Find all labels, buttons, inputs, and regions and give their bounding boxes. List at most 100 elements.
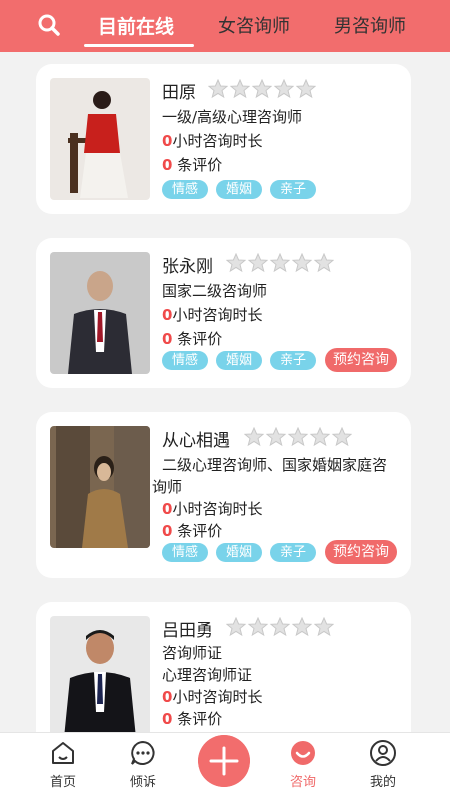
star-icon <box>270 617 290 637</box>
star-icon <box>208 79 228 99</box>
tab-home[interactable]: 首页 <box>33 739 93 790</box>
review-count: 0 条评价 <box>162 708 222 730</box>
star-icon <box>296 79 316 99</box>
tab-profile[interactable]: 我的 <box>353 739 413 790</box>
tab-profile-label: 我的 <box>369 775 396 790</box>
bottom-tab-bar: 首页 倾诉 咨询 我的 <box>0 732 450 800</box>
consult-hours: 0小时咨询时长 <box>162 686 262 708</box>
star-icon <box>248 617 268 637</box>
reviews-value: 0 <box>162 330 173 348</box>
star-icon <box>288 427 308 447</box>
counselor-name: 吕田勇 <box>162 621 213 641</box>
star-icon <box>292 253 312 273</box>
hours-label: 小时咨询时长 <box>172 306 263 324</box>
star-icon <box>244 427 264 447</box>
hours-label: 小时咨询时长 <box>172 688 263 706</box>
tab-home-label: 首页 <box>49 775 76 790</box>
star-icon <box>248 253 268 273</box>
star-icon <box>274 79 294 99</box>
tag: 情感 <box>162 351 208 370</box>
tab-female-counselors[interactable]: 女咨询师 <box>218 14 290 40</box>
counselor-title-continued: 询师 <box>152 478 183 496</box>
star-icon <box>226 617 246 637</box>
book-consultation-button[interactable]: 预约咨询 <box>325 348 397 372</box>
tag: 婚姻 <box>216 180 262 199</box>
tab-talk[interactable]: 倾诉 <box>113 739 173 790</box>
rating-stars <box>244 427 352 447</box>
tab-online-now[interactable]: 目前在线 <box>98 14 174 40</box>
counselor-name: 张永刚 <box>162 257 213 277</box>
rating-stars <box>226 253 334 273</box>
consult-smile-icon <box>291 741 315 765</box>
star-icon <box>310 427 330 447</box>
specialty-tags: 情感 婚姻 亲子 <box>162 180 316 199</box>
tag: 亲子 <box>270 543 316 562</box>
tag: 情感 <box>162 543 208 562</box>
star-icon <box>230 79 250 99</box>
reviews-value: 0 <box>162 522 173 540</box>
tag: 婚姻 <box>216 351 262 370</box>
counselor-photo <box>50 78 150 200</box>
consult-hours: 0小时咨询时长 <box>162 130 262 152</box>
counselor-card[interactable]: 张永刚 国家二级咨询师 0小时咨询时长 0 条评价 情感 婚姻 亲子 预约咨询 <box>36 238 411 388</box>
counselor-photo <box>50 426 150 548</box>
counselor-list[interactable]: 田原 一级/高级心理咨询师 0小时咨询时长 0 条评价 情感 婚姻 亲子 张永刚 <box>0 52 450 732</box>
consult-hours: 0小时咨询时长 <box>162 498 262 520</box>
tag: 亲子 <box>270 180 316 199</box>
counselor-title-secondary: 心理咨询师证 <box>162 666 253 684</box>
counselor-card[interactable]: 吕田勇 咨询师证 心理咨询师证 0小时咨询时长 0 条评价 <box>36 602 411 732</box>
hours-label: 小时咨询时长 <box>172 132 263 150</box>
tab-talk-label: 倾诉 <box>129 775 156 790</box>
tab-consult[interactable]: 咨询 <box>273 739 333 790</box>
counselor-card[interactable]: 从心相遇 二级心理咨询师、国家婚姻家庭咨 询师 0小时咨询时长 0 条评价 情感… <box>36 412 411 578</box>
add-plus-icon[interactable] <box>198 735 250 787</box>
rating-stars <box>226 617 334 637</box>
specialty-tags: 情感 婚姻 亲子 <box>162 543 316 562</box>
counselor-name: 从心相遇 <box>162 431 230 451</box>
star-icon <box>226 253 246 273</box>
star-icon <box>252 79 272 99</box>
star-icon <box>332 427 352 447</box>
consult-hours: 0小时咨询时长 <box>162 304 262 326</box>
home-icon <box>52 742 74 764</box>
review-count: 0 条评价 <box>162 328 222 350</box>
top-nav: 目前在线 女咨询师 男咨询师 <box>0 0 450 52</box>
hours-value: 0 <box>162 500 173 518</box>
reviews-label: 条评价 <box>177 330 223 348</box>
book-consultation-button[interactable]: 预约咨询 <box>325 540 397 564</box>
specialty-tags: 情感 婚姻 亲子 <box>162 351 316 370</box>
tag: 亲子 <box>270 351 316 370</box>
rating-stars <box>208 79 316 99</box>
user-profile-icon <box>370 740 396 766</box>
counselor-title: 一级/高级心理咨询师 <box>162 108 303 126</box>
star-icon <box>292 617 312 637</box>
review-count: 0 条评价 <box>162 154 222 176</box>
chat-bubble-icon <box>131 740 155 765</box>
hours-value: 0 <box>162 132 173 150</box>
counselor-card[interactable]: 田原 一级/高级心理咨询师 0小时咨询时长 0 条评价 情感 婚姻 亲子 <box>36 64 411 214</box>
reviews-label: 条评价 <box>177 710 223 728</box>
star-icon <box>314 253 334 273</box>
hours-value: 0 <box>162 306 173 324</box>
star-icon <box>314 617 334 637</box>
counselor-title: 二级心理咨询师、国家婚姻家庭咨 <box>162 456 388 474</box>
counselor-name: 田原 <box>162 83 196 103</box>
counselor-photo <box>50 616 150 732</box>
reviews-label: 条评价 <box>177 156 223 174</box>
review-count: 0 条评价 <box>162 520 222 542</box>
hours-label: 小时咨询时长 <box>172 500 263 518</box>
search-icon[interactable] <box>36 12 62 38</box>
active-tab-indicator <box>84 44 194 47</box>
hours-value: 0 <box>162 688 173 706</box>
tag: 情感 <box>162 180 208 199</box>
tab-male-counselors[interactable]: 男咨询师 <box>334 14 406 40</box>
counselor-title: 国家二级咨询师 <box>162 282 268 300</box>
star-icon <box>266 427 286 447</box>
reviews-value: 0 <box>162 710 173 728</box>
counselor-photo <box>50 252 150 374</box>
star-icon <box>270 253 290 273</box>
counselor-title: 咨询师证 <box>162 644 223 662</box>
tab-consult-label: 咨询 <box>289 775 316 790</box>
reviews-label: 条评价 <box>177 522 223 540</box>
tag: 婚姻 <box>216 543 262 562</box>
